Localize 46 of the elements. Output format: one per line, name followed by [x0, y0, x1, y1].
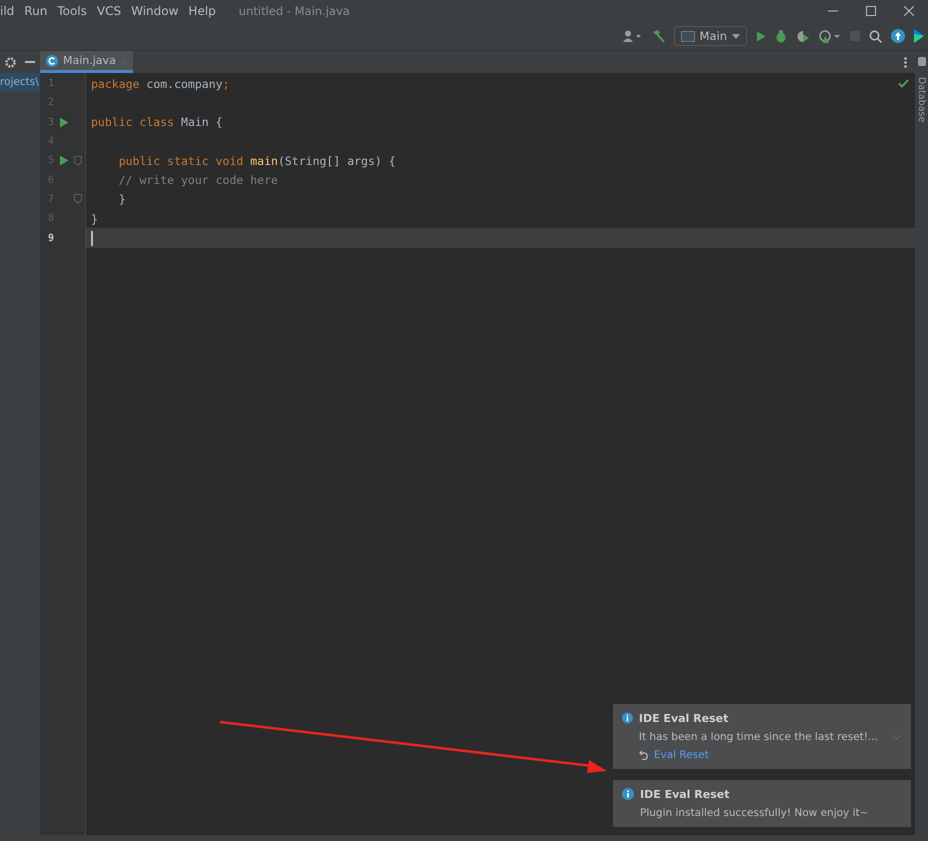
window-icon: [680, 30, 695, 42]
run-icon[interactable]: [756, 30, 766, 42]
project-path[interactable]: rojects\: [0, 73, 40, 91]
notification-title: IDE Eval Reset: [640, 788, 730, 801]
close-icon[interactable]: [904, 6, 914, 16]
run-configuration-dropdown[interactable]: Main: [674, 26, 747, 46]
more-icon[interactable]: [904, 56, 907, 68]
notification-message: Plugin installed successfully! Now enjoy it~: [640, 807, 868, 819]
menu-item[interactable]: Run: [19, 4, 52, 18]
run-gutter-icon[interactable]: [59, 155, 69, 166]
text-caret: [91, 230, 93, 246]
code-text: }: [91, 212, 98, 226]
check-icon: [898, 79, 909, 88]
settings-icon[interactable]: [4, 56, 16, 68]
user-icon[interactable]: [622, 30, 642, 42]
notification-message: It has been a long time since the last reset!...: [638, 731, 878, 743]
menu-item[interactable]: VCS: [92, 4, 126, 18]
code-text: public static void main(String[] args) {: [118, 154, 396, 168]
info-icon: [622, 712, 633, 724]
menu-item[interactable]: ild: [0, 4, 20, 18]
run-gutter-icon[interactable]: [59, 116, 69, 128]
code-text: public class Main {: [91, 115, 223, 130]
update-icon[interactable]: [891, 29, 905, 43]
hammer-icon[interactable]: [650, 29, 665, 43]
code-text: // write your code here: [118, 173, 278, 188]
menu-item[interactable]: Help: [183, 4, 221, 18]
minimize-icon[interactable]: [828, 10, 838, 12]
editor-tab[interactable]: Main.java: [40, 51, 133, 73]
notification-title: IDE Eval Reset: [638, 712, 730, 725]
eval-reset-link[interactable]: Eval Reset: [638, 749, 901, 761]
code-text: }: [118, 192, 126, 206]
code-text: package com.company;: [91, 76, 230, 91]
search-icon[interactable]: [869, 30, 882, 42]
maximize-icon[interactable]: [866, 6, 876, 16]
database-tab[interactable]: Database: [916, 77, 927, 122]
caret-icon: [732, 34, 740, 38]
database-icon[interactable]: [918, 57, 926, 66]
menu-item[interactable]: Tools: [52, 4, 92, 18]
line-number: 9: [46, 232, 54, 244]
window-title: untitled - Main.java: [238, 4, 351, 18]
menu-item[interactable]: Window: [126, 4, 184, 18]
fold-icon[interactable]: [74, 156, 82, 166]
fold-icon[interactable]: [74, 194, 82, 204]
class-icon: [46, 54, 58, 66]
undo-icon: [638, 750, 650, 760]
info-icon: [622, 788, 634, 800]
